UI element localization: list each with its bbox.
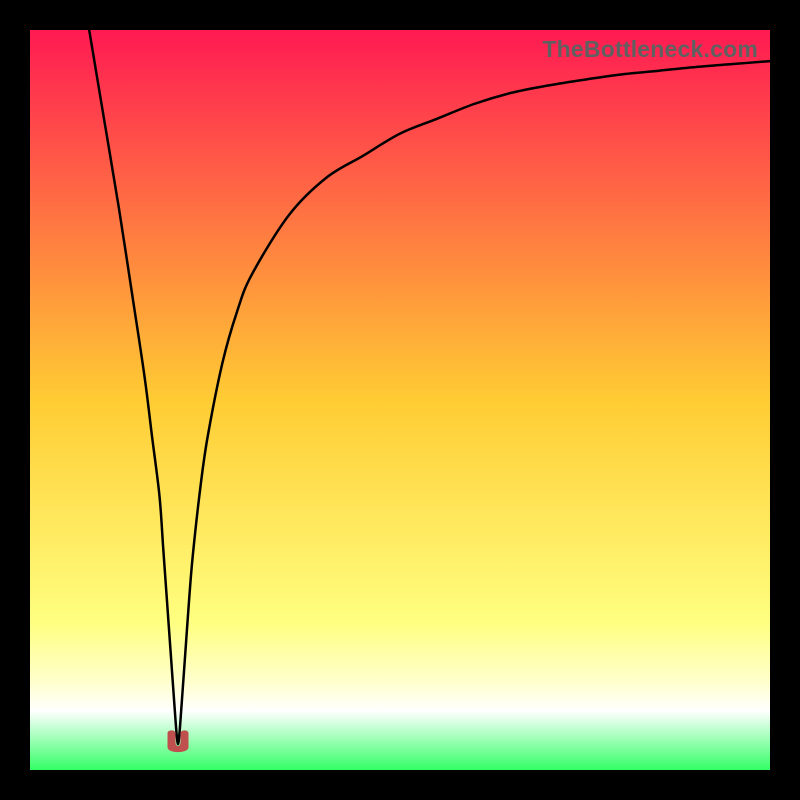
bottleneck-chart [30, 30, 770, 770]
chart-background [30, 30, 770, 770]
chart-frame: TheBottleneck.com [30, 30, 770, 770]
